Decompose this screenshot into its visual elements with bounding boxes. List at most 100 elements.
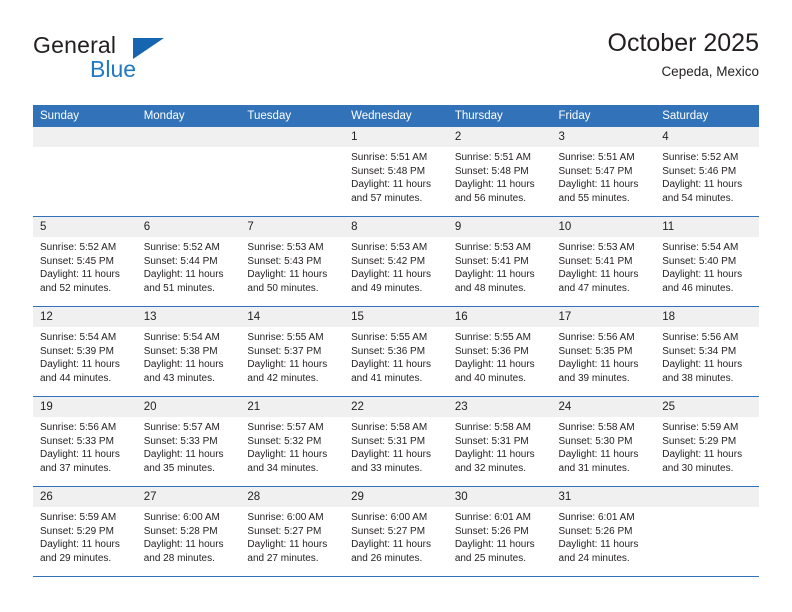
calendar-day-cell[interactable]: 9 Sunrise: 5:53 AM Sunset: 5:41 PM Daylight…	[447, 216, 552, 307]
daylight-text-line2: and 35 minutes.	[143, 462, 215, 474]
logo-text-blue: Blue	[90, 56, 137, 82]
sunset-text: Sunset: 5:41 PM	[558, 255, 633, 267]
calendar-day-cell[interactable]: 29 Sunrise: 6:00 AM Sunset: 5:27 PM Dayligh…	[344, 486, 448, 577]
daylight-text-line1: Daylight: 11 hours	[454, 539, 535, 551]
calendar-day-cell[interactable]: 31 Sunrise: 6:01 AM Sunset: 5:26 PM Dayligh…	[551, 486, 656, 577]
calendar-day-cell[interactable]: 18 Sunrise: 5:56 AM Sunset: 5:34 PM Dayligh…	[655, 306, 759, 397]
logo-triangle-icon	[133, 38, 164, 59]
calendar-day-cell[interactable]: 2 Sunrise: 5:51 AM Sunset: 5:48 PM Daylight…	[447, 127, 552, 217]
day-number: 16	[447, 307, 552, 327]
day-details: Sunrise: 5:53 AM Sunset: 5:42 PM Daylight:…	[344, 237, 448, 295]
sunset-text: Sunset: 5:47 PM	[558, 165, 633, 177]
day-details: Sunrise: 5:54 AM Sunset: 5:40 PM Daylight:…	[655, 237, 759, 295]
calendar-day-cell[interactable]: 8 Sunrise: 5:53 AM Sunset: 5:42 PM Daylight…	[344, 216, 448, 307]
sunset-text: Sunset: 5:27 PM	[351, 525, 426, 537]
day-number: 14	[240, 307, 345, 327]
weekday-header-wednesday: Wednesday	[344, 105, 448, 127]
calendar-day-cell[interactable]: 28 Sunrise: 6:00 AM Sunset: 5:27 PM Dayligh…	[240, 486, 345, 577]
daylight-text-line2: and 28 minutes.	[143, 552, 215, 564]
daylight-text-line2: and 27 minutes.	[247, 552, 319, 564]
calendar-day-cell[interactable]: 30 Sunrise: 6:01 AM Sunset: 5:26 PM Dayligh…	[447, 486, 552, 577]
calendar-header-row: Sunday Monday Tuesday Wednesday Thursday…	[33, 105, 759, 127]
sunrise-text: Sunrise: 5:58 AM	[454, 422, 531, 433]
calendar-day-cell[interactable]: 14 Sunrise: 5:55 AM Sunset: 5:37 PM Dayligh…	[240, 306, 345, 397]
general-blue-logo[interactable]: General Blue	[33, 32, 273, 94]
daylight-text-line1: Daylight: 11 hours	[454, 179, 535, 191]
day-number: 28	[240, 487, 345, 507]
calendar-day-cell[interactable]: 15 Sunrise: 5:55 AM Sunset: 5:36 PM Dayligh…	[344, 306, 448, 397]
calendar-day-cell[interactable]: 27 Sunrise: 6:00 AM Sunset: 5:28 PM Dayligh…	[136, 486, 241, 577]
calendar-day-cell[interactable]: 1 Sunrise: 5:51 AM Sunset: 5:48 PM Daylight…	[344, 127, 448, 217]
calendar-day-cell[interactable]: 16 Sunrise: 5:55 AM Sunset: 5:36 PM Dayligh…	[447, 306, 552, 397]
calendar-day-cell[interactable]: 13 Sunrise: 5:54 AM Sunset: 5:38 PM Dayligh…	[136, 306, 241, 397]
day-details: Sunrise: 5:53 AM Sunset: 5:41 PM Daylight:…	[552, 237, 656, 295]
sunrise-text: Sunrise: 5:55 AM	[247, 332, 324, 343]
day-number: 29	[344, 487, 448, 507]
daylight-text-line1: Daylight: 11 hours	[662, 449, 743, 461]
page-header: General Blue October 2025 Cepeda, Mexico	[33, 28, 759, 98]
sunset-text: Sunset: 5:44 PM	[143, 255, 218, 267]
calendar-day-cell[interactable]: 11 Sunrise: 5:54 AM Sunset: 5:40 PM Dayligh…	[655, 216, 759, 307]
sunset-text: Sunset: 5:31 PM	[351, 435, 426, 447]
calendar-day-cell[interactable]: 19 Sunrise: 5:56 AM Sunset: 5:33 PM Dayligh…	[33, 396, 137, 487]
calendar-day-cell[interactable]: 20 Sunrise: 5:57 AM Sunset: 5:33 PM Dayligh…	[136, 396, 241, 487]
daylight-text-line1: Daylight: 11 hours	[662, 179, 743, 191]
calendar-day-cell[interactable]: 5 Sunrise: 5:52 AM Sunset: 5:45 PM Daylight…	[33, 216, 137, 307]
day-number: 20	[136, 397, 241, 417]
daylight-text-line1: Daylight: 11 hours	[40, 539, 120, 551]
calendar-day-cell[interactable]: 7 Sunrise: 5:53 AM Sunset: 5:43 PM Daylight…	[240, 216, 345, 307]
daylight-text-line1: Daylight: 11 hours	[351, 539, 431, 551]
daylight-text-line2: and 44 minutes.	[40, 372, 112, 384]
day-number: 7	[240, 217, 345, 237]
calendar-day-cell[interactable]: 6 Sunrise: 5:52 AM Sunset: 5:44 PM Daylight…	[136, 216, 241, 307]
day-number: 17	[551, 307, 656, 327]
daylight-text-line2: and 41 minutes.	[351, 372, 423, 384]
sunrise-text: Sunrise: 6:01 AM	[454, 512, 531, 523]
calendar-day-cell[interactable]: 23 Sunrise: 5:58 AM Sunset: 5:31 PM Dayligh…	[447, 396, 552, 487]
day-number: 2	[447, 127, 552, 147]
calendar-week-row: 19 Sunrise: 5:56 AM Sunset: 5:33 PM Dayligh…	[33, 396, 759, 487]
day-number	[240, 127, 345, 147]
sunset-text: Sunset: 5:45 PM	[40, 255, 114, 267]
day-details: Sunrise: 5:57 AM Sunset: 5:32 PM Daylight:…	[240, 417, 344, 475]
weekday-header-friday: Friday	[551, 105, 656, 127]
daylight-text-line2: and 47 minutes.	[558, 282, 630, 294]
calendar-day-cell[interactable]: 21 Sunrise: 5:57 AM Sunset: 5:32 PM Dayligh…	[240, 396, 345, 487]
calendar-day-cell[interactable]: 3 Sunrise: 5:51 AM Sunset: 5:47 PM Daylight…	[551, 127, 656, 217]
calendar-day-cell[interactable]: 22 Sunrise: 5:58 AM Sunset: 5:31 PM Dayligh…	[344, 396, 448, 487]
calendar-day-cell[interactable]: 10 Sunrise: 5:53 AM Sunset: 5:41 PM Dayligh…	[551, 216, 656, 307]
title-block: October 2025 Cepeda, Mexico	[608, 28, 760, 82]
sunset-text: Sunset: 5:33 PM	[143, 435, 218, 447]
day-number: 22	[344, 397, 448, 417]
daylight-text-line2: and 54 minutes.	[662, 192, 734, 204]
sunrise-text: Sunrise: 5:51 AM	[454, 152, 531, 163]
calendar-day-cell[interactable]: 17 Sunrise: 5:56 AM Sunset: 5:35 PM Dayligh…	[551, 306, 656, 397]
sunrise-text: Sunrise: 5:55 AM	[351, 332, 428, 343]
calendar-day-cell[interactable]: 12 Sunrise: 5:54 AM Sunset: 5:39 PM Dayligh…	[33, 306, 137, 397]
day-number: 3	[551, 127, 656, 147]
sunset-text: Sunset: 5:32 PM	[247, 435, 322, 447]
calendar-day-cell[interactable]: 4 Sunrise: 5:52 AM Sunset: 5:46 PM Daylight…	[655, 127, 759, 217]
day-details: Sunrise: 5:55 AM Sunset: 5:36 PM Daylight:…	[448, 327, 552, 385]
calendar-day-cell[interactable]: 24 Sunrise: 5:58 AM Sunset: 5:30 PM Dayligh…	[551, 396, 656, 487]
daylight-text-line2: and 55 minutes.	[558, 192, 630, 204]
day-number: 30	[447, 487, 552, 507]
daylight-text-line2: and 30 minutes.	[662, 462, 734, 474]
calendar-day-cell-empty	[33, 127, 137, 217]
day-details: Sunrise: 5:53 AM Sunset: 5:41 PM Daylight:…	[448, 237, 552, 295]
sunset-text: Sunset: 5:38 PM	[143, 345, 218, 357]
daylight-text-line1: Daylight: 11 hours	[40, 449, 120, 461]
day-details: Sunrise: 5:54 AM Sunset: 5:38 PM Daylight:…	[137, 327, 241, 385]
day-details: Sunrise: 5:54 AM Sunset: 5:39 PM Daylight:…	[33, 327, 137, 385]
daylight-text-line1: Daylight: 11 hours	[558, 359, 639, 371]
day-details: Sunrise: 5:56 AM Sunset: 5:34 PM Daylight:…	[655, 327, 759, 385]
sunset-text: Sunset: 5:40 PM	[662, 255, 737, 267]
daylight-text-line1: Daylight: 11 hours	[247, 359, 328, 371]
sunset-text: Sunset: 5:48 PM	[351, 165, 426, 177]
calendar-day-cell[interactable]: 25 Sunrise: 5:59 AM Sunset: 5:29 PM Dayligh…	[655, 396, 759, 487]
day-details: Sunrise: 5:52 AM Sunset: 5:46 PM Daylight:…	[655, 147, 759, 205]
daylight-text-line1: Daylight: 11 hours	[247, 269, 328, 281]
calendar-day-cell[interactable]: 26 Sunrise: 5:59 AM Sunset: 5:29 PM Dayligh…	[33, 486, 137, 577]
daylight-text-line2: and 42 minutes.	[247, 372, 319, 384]
daylight-text-line1: Daylight: 11 hours	[454, 449, 535, 461]
